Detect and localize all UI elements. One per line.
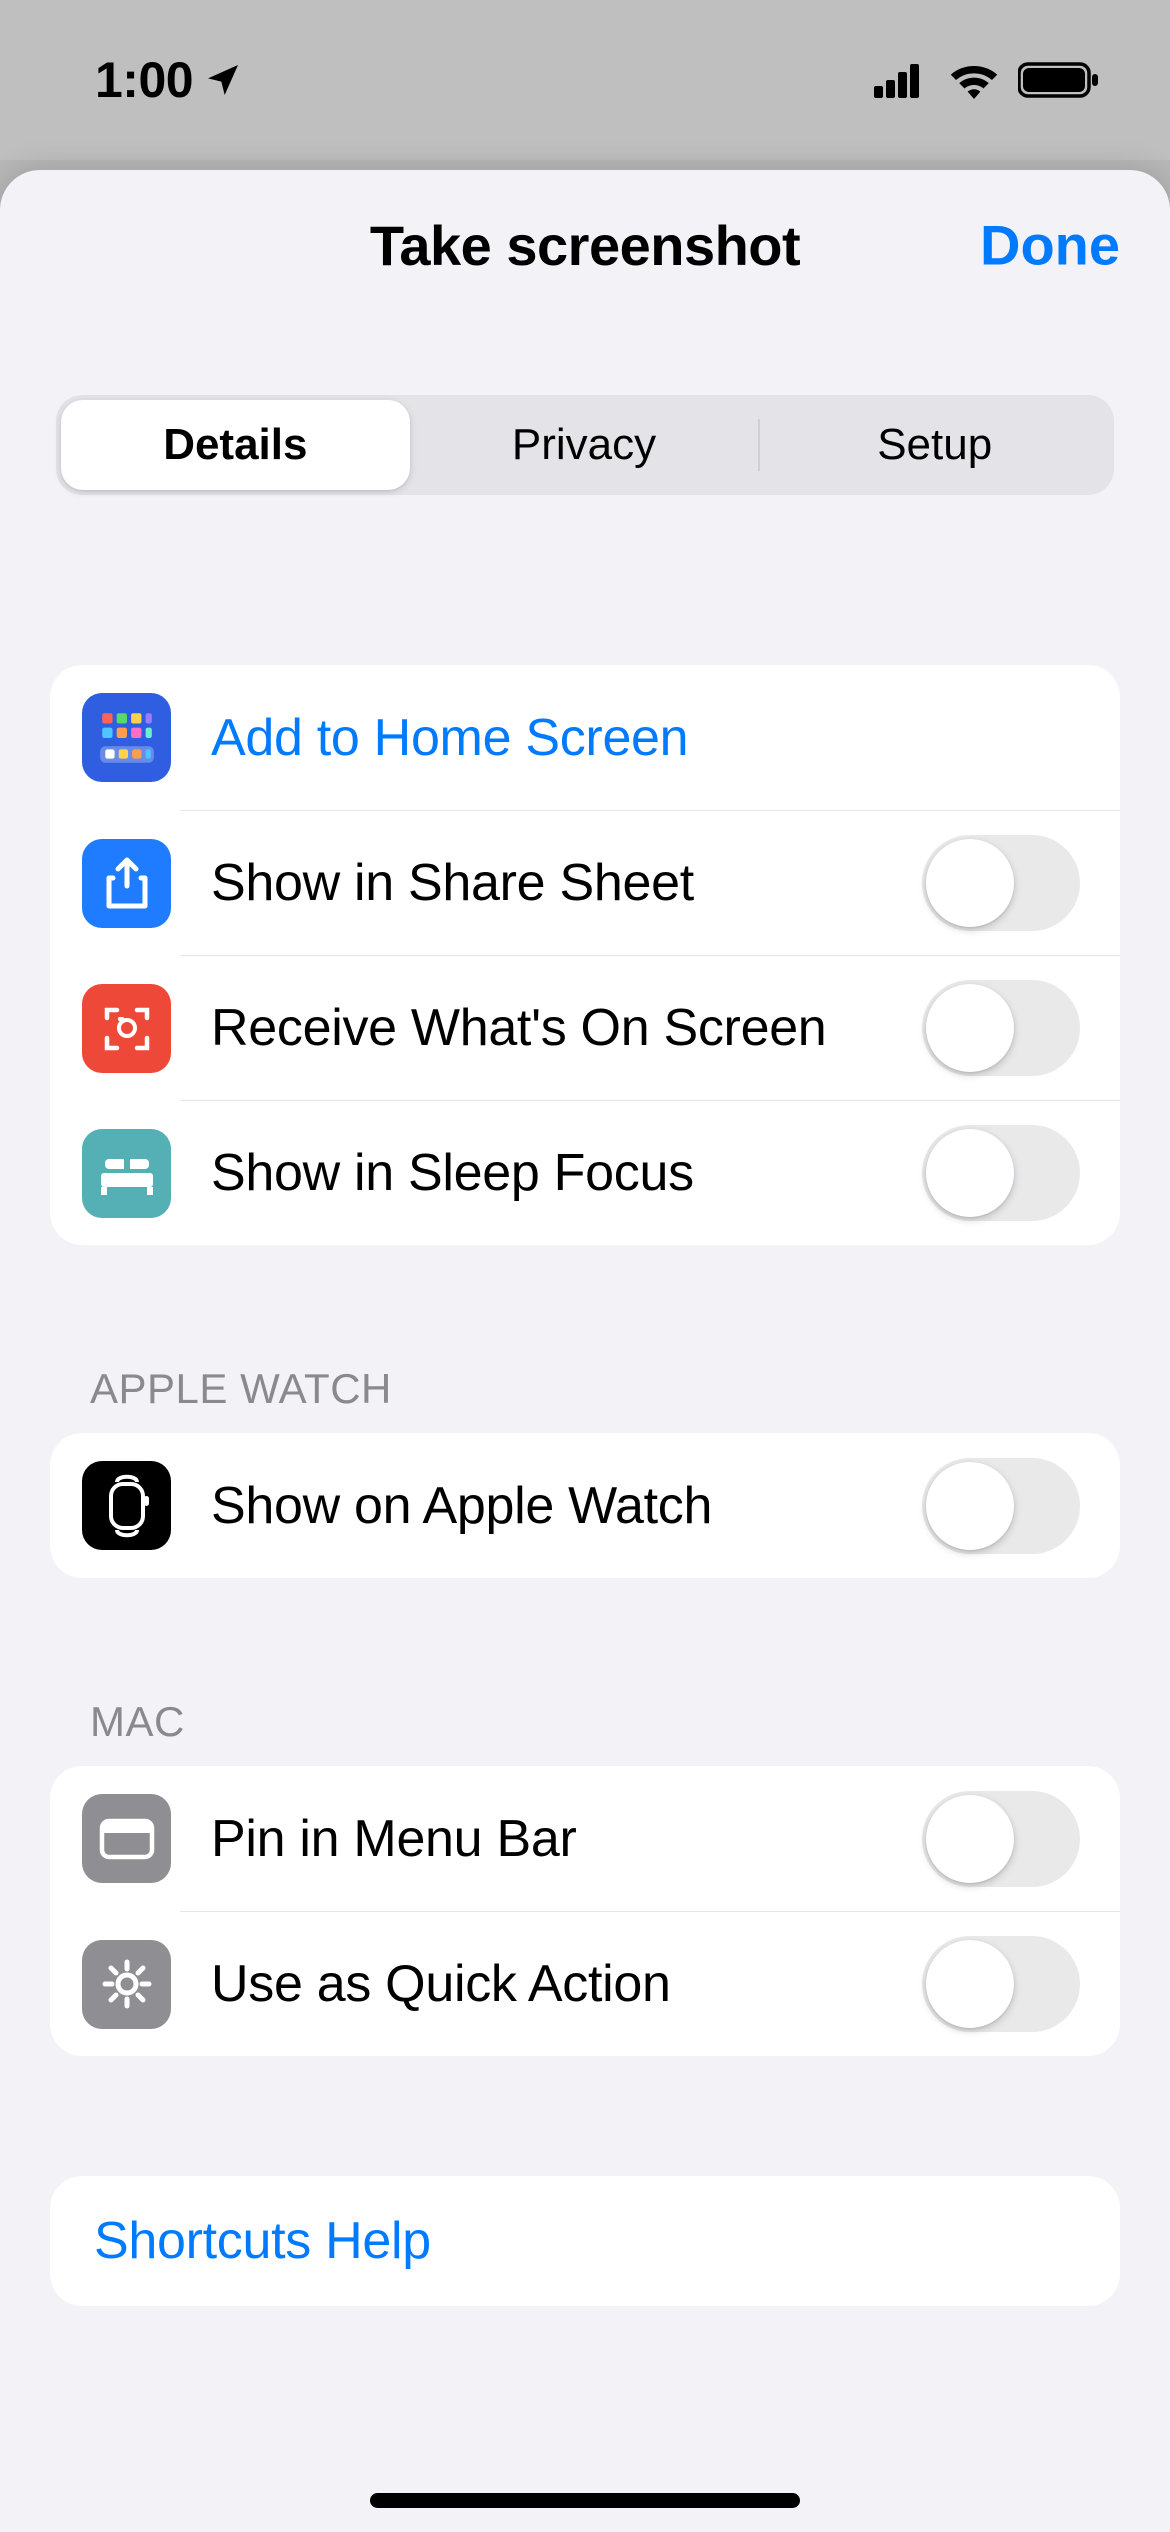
section-header-watch: Apple Watch: [0, 1365, 1170, 1433]
help-group: Shortcuts Help: [50, 2176, 1120, 2306]
share-icon: [82, 839, 171, 928]
shortcuts-help-label: Shortcuts Help: [94, 2211, 1076, 2271]
status-right: [874, 61, 1100, 99]
status-time: 1:00: [95, 51, 243, 109]
apple-watch-label: Show on Apple Watch: [211, 1476, 922, 1536]
watch-icon: [82, 1461, 171, 1550]
bed-icon: [82, 1129, 171, 1218]
quick-action-label: Use as Quick Action: [211, 1954, 922, 2014]
location-icon: [203, 60, 243, 100]
watch-group: Show on Apple Watch: [50, 1433, 1120, 1578]
tab-privacy[interactable]: Privacy: [410, 400, 759, 490]
menu-bar-icon: [82, 1794, 171, 1883]
menu-bar-label: Pin in Menu Bar: [211, 1809, 922, 1869]
menu-bar-row: Pin in Menu Bar: [50, 1766, 1120, 1911]
general-group: Add to Home Screen Show in Share Sheet R…: [50, 665, 1120, 1245]
apple-watch-row: Show on Apple Watch: [50, 1433, 1120, 1578]
mac-group: Pin in Menu Bar Use as Quick Action: [50, 1766, 1120, 2056]
status-bar: 1:00: [0, 0, 1170, 160]
apple-watch-toggle[interactable]: [922, 1458, 1080, 1554]
menu-bar-toggle[interactable]: [922, 1791, 1080, 1887]
screen-capture-icon: [82, 984, 171, 1073]
segmented-control[interactable]: Details Privacy Setup: [56, 395, 1114, 495]
share-sheet-label: Show in Share Sheet: [211, 853, 922, 913]
quick-action-row: Use as Quick Action: [50, 1911, 1120, 2056]
cellular-icon: [874, 62, 930, 98]
wifi-icon: [948, 61, 1000, 99]
receive-screen-toggle[interactable]: [922, 980, 1080, 1076]
receive-screen-label: Receive What's On Screen: [211, 998, 922, 1058]
quick-action-toggle[interactable]: [922, 1936, 1080, 2032]
home-indicator[interactable]: [370, 2493, 800, 2508]
gear-icon: [82, 1940, 171, 2029]
sleep-focus-toggle[interactable]: [922, 1125, 1080, 1221]
share-sheet-row: Show in Share Sheet: [50, 810, 1120, 955]
sleep-focus-label: Show in Sleep Focus: [211, 1143, 922, 1203]
tab-details[interactable]: Details: [61, 400, 410, 490]
settings-sheet: Take screenshot Done Details Privacy Set…: [0, 170, 1170, 2532]
sleep-focus-row: Show in Sleep Focus: [50, 1100, 1120, 1245]
done-button[interactable]: Done: [980, 213, 1120, 278]
share-sheet-toggle[interactable]: [922, 835, 1080, 931]
section-header-mac: Mac: [0, 1698, 1170, 1766]
page-title: Take screenshot: [370, 213, 800, 278]
clock-text: 1:00: [95, 51, 193, 109]
receive-screen-row: Receive What's On Screen: [50, 955, 1120, 1100]
tab-setup[interactable]: Setup: [760, 400, 1109, 490]
home-screen-icon: [82, 693, 171, 782]
battery-icon: [1018, 61, 1100, 99]
add-to-home-row[interactable]: Add to Home Screen: [50, 665, 1120, 810]
nav-bar: Take screenshot Done: [0, 170, 1170, 320]
add-to-home-label: Add to Home Screen: [211, 708, 1080, 768]
shortcuts-help-row[interactable]: Shortcuts Help: [50, 2176, 1120, 2306]
